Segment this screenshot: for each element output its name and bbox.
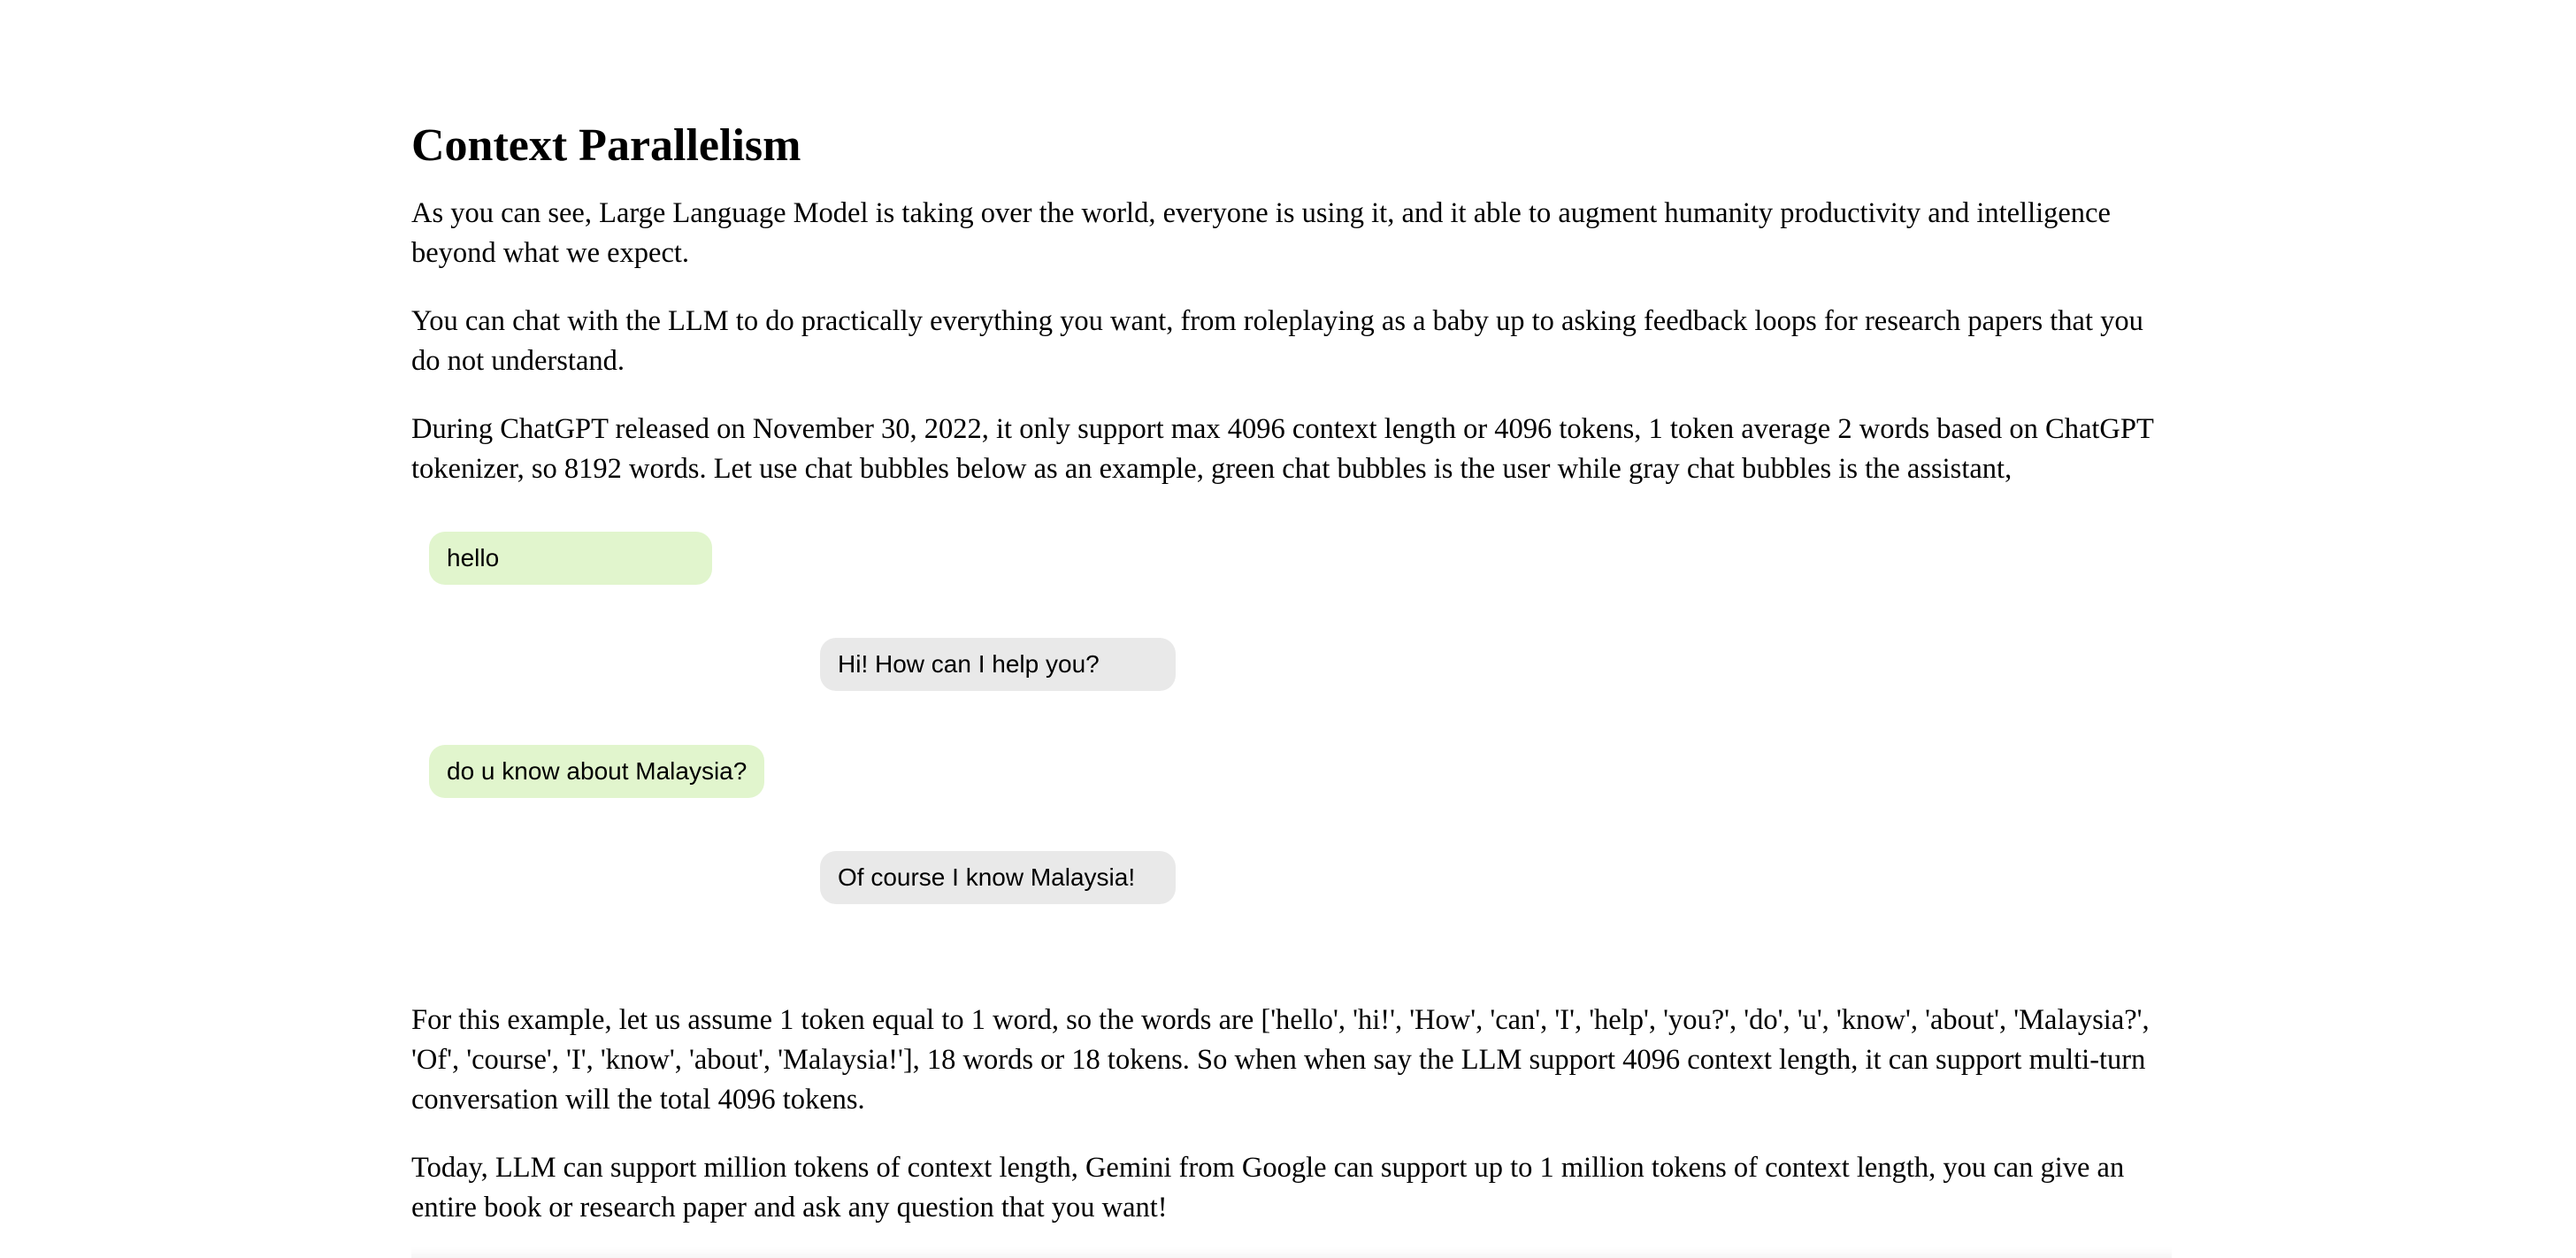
intro-paragraph: During ChatGPT released on November 30, … bbox=[411, 413, 2154, 485]
user-chat-bubble: hello bbox=[429, 532, 712, 585]
content-fade-divider bbox=[411, 1247, 2172, 1258]
body-paragraph: For this example, let us assume 1 token … bbox=[411, 1004, 2150, 1116]
intro-paragraph: You can chat with the LLM to do practica… bbox=[411, 305, 2143, 377]
article: Context Parallelism As you can see, Larg… bbox=[411, 97, 2172, 1256]
user-chat-bubble: do u know about Malaysia? bbox=[429, 745, 765, 798]
body-paragraph: Today, LLM can support million tokens of… bbox=[411, 1152, 2125, 1223]
assistant-chat-bubble: Of course I know Malaysia! bbox=[820, 851, 1176, 904]
intro-paragraph: As you can see, Large Language Model is … bbox=[411, 197, 2111, 269]
page-title: Context Parallelism bbox=[411, 120, 801, 171]
assistant-chat-bubble: Hi! How can I help you? bbox=[820, 638, 1176, 691]
chat-example: hello Hi! How can I help you? do u know … bbox=[411, 532, 2172, 1001]
page: Context Parallelism As you can see, Larg… bbox=[0, 0, 2576, 1258]
